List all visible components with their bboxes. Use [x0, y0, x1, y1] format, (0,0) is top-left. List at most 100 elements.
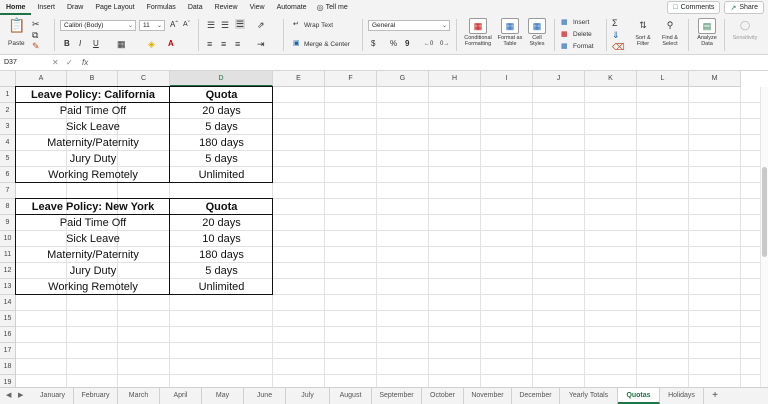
comma-button[interactable]: 9 [405, 39, 409, 49]
formula-input[interactable] [100, 57, 760, 69]
sensitivity-button[interactable]: ◯ Sensitivity [728, 18, 762, 41]
fill-icon[interactable]: ⇓ [612, 30, 620, 40]
sheet-tab-july[interactable]: July [286, 388, 330, 404]
menu-automate[interactable]: Automate [271, 0, 313, 15]
function-icon[interactable]: fx [82, 57, 88, 69]
analyze-data-button[interactable]: ▤ Analyze Data [694, 18, 720, 47]
row-header-2[interactable]: 2 [0, 103, 16, 119]
scrollbar-thumb[interactable] [762, 167, 767, 257]
row-header-6[interactable]: 6 [0, 167, 16, 183]
column-header-h[interactable]: H [429, 71, 481, 87]
previous-sheet-icon[interactable]: ◀ [6, 391, 11, 399]
leave-type-cell[interactable]: Sick Leave [16, 119, 170, 135]
quota-value-cell[interactable]: 5 days [170, 151, 273, 167]
cancel-icon[interactable]: ✕ [52, 57, 59, 69]
menu-page-layout[interactable]: Page Layout [89, 0, 140, 15]
delete-button[interactable]: Delete [573, 31, 592, 38]
conditional-formatting-button[interactable]: ▦ Conditional Formatting [462, 18, 494, 47]
format-button[interactable]: Format [573, 43, 594, 50]
row-header-13[interactable]: 13 [0, 279, 16, 295]
row-header-14[interactable]: 14 [0, 295, 16, 311]
font-name-select[interactable]: Calibri (Body) ⌄ [60, 20, 136, 31]
leave-type-cell[interactable]: Working Remotely [16, 279, 170, 295]
column-header-m[interactable]: M [689, 71, 741, 87]
sheet-tab-january[interactable]: January [32, 388, 74, 404]
bold-button[interactable]: B [64, 39, 70, 49]
leave-type-cell[interactable]: Sick Leave [16, 231, 170, 247]
align-middle-icon[interactable]: ☰ [221, 20, 229, 30]
comments-button[interactable]: □ Comments [667, 1, 721, 14]
sheet-tab-march[interactable]: March [118, 388, 160, 404]
row-header-18[interactable]: 18 [0, 359, 16, 375]
row-header-16[interactable]: 16 [0, 327, 16, 343]
paste-label[interactable]: Paste [8, 40, 25, 47]
fill-color-icon[interactable]: ◈ [148, 39, 155, 49]
quota-value-cell[interactable]: Unlimited [170, 167, 273, 183]
find-select-button[interactable]: ⚲ Find & Select [658, 18, 682, 47]
number-format-select[interactable]: General ⌄ [368, 20, 450, 31]
decrease-decimal-icon[interactable]: 0→ [440, 39, 449, 49]
column-header-c[interactable]: C [118, 71, 170, 87]
wrap-text-button[interactable]: Wrap Text [304, 22, 333, 29]
column-header-i[interactable]: I [481, 71, 533, 87]
next-sheet-icon[interactable]: ▶ [18, 391, 23, 399]
format-as-table-button[interactable]: ▦ Format as Table [495, 18, 525, 47]
menu-insert[interactable]: Insert [31, 0, 61, 15]
sheet-tab-february[interactable]: February [74, 388, 118, 404]
row-header-19[interactable]: 19 [0, 375, 16, 387]
merge-center-button[interactable]: Merge & Center [304, 41, 350, 48]
percent-button[interactable]: % [390, 39, 397, 49]
sheet-tab-yearly-totals[interactable]: Yearly Totals [560, 388, 618, 404]
font-size-select[interactable]: 11 ⌄ [139, 20, 165, 31]
format-cells-icon[interactable]: ▦ [561, 42, 568, 52]
align-left-icon[interactable]: ≡ [207, 39, 212, 49]
quota-value-cell[interactable]: Unlimited [170, 279, 273, 295]
sheet-tab-september[interactable]: September [372, 388, 422, 404]
quota-value-cell[interactable]: 20 days [170, 103, 273, 119]
leave-type-cell[interactable]: Jury Duty [16, 151, 170, 167]
leave-type-cell[interactable]: Maternity/Paternity [16, 135, 170, 151]
quota-value-cell[interactable]: 5 days [170, 119, 273, 135]
column-header-j[interactable]: J [533, 71, 585, 87]
spreadsheet-grid[interactable]: ABCDEFGHIJKLM 1 2 3 4 5 6 7 8 9 10 11 12 13 14 15 16 17 1… [0, 71, 768, 387]
row-header-17[interactable]: 17 [0, 343, 16, 359]
indent-icon[interactable]: ⇥ [257, 39, 265, 49]
column-header-d[interactable]: D [170, 71, 273, 87]
sheet-tab-quotas[interactable]: Quotas [618, 388, 660, 404]
orientation-icon[interactable]: ⇗ [257, 20, 265, 30]
name-box[interactable]: D37 [2, 57, 42, 69]
sheet-tab-november[interactable]: November [464, 388, 512, 404]
share-button[interactable]: ↗ Share [724, 1, 764, 14]
tell-me[interactable]: Tell me [324, 0, 354, 15]
table-header-quota[interactable]: Quota [170, 87, 273, 103]
borders-icon[interactable]: ▦ [117, 39, 126, 49]
column-header-k[interactable]: K [585, 71, 637, 87]
row-header-15[interactable]: 15 [0, 311, 16, 327]
column-header-a[interactable]: A [16, 71, 67, 87]
table-header-label[interactable]: Leave Policy: California [16, 87, 170, 103]
row-header-5[interactable]: 5 [0, 151, 16, 167]
delete-cells-icon[interactable]: ▦ [561, 30, 568, 40]
vertical-scrollbar[interactable] [760, 87, 768, 387]
menu-view[interactable]: View [244, 0, 271, 15]
menu-formulas[interactable]: Formulas [141, 0, 182, 15]
add-sheet-icon[interactable]: + [706, 388, 724, 404]
align-right-icon[interactable]: ≡ [235, 39, 240, 49]
leave-type-cell[interactable]: Jury Duty [16, 263, 170, 279]
menu-data[interactable]: Data [182, 0, 209, 15]
row-header-4[interactable]: 4 [0, 135, 16, 151]
increase-decimal-icon[interactable]: ←0 [424, 39, 433, 49]
column-header-g[interactable]: G [377, 71, 429, 87]
sheet-tab-june[interactable]: June [244, 388, 286, 404]
table-header-quota[interactable]: Quota [170, 199, 273, 215]
clear-icon[interactable]: ⌫ [612, 42, 625, 52]
menu-home[interactable]: Home [0, 0, 32, 15]
leave-type-cell[interactable]: Paid Time Off [16, 215, 170, 231]
column-header-e[interactable]: E [273, 71, 325, 87]
increase-font-icon[interactable]: Aˆ [170, 20, 178, 30]
quota-value-cell[interactable]: 5 days [170, 263, 273, 279]
insert-cells-icon[interactable]: ▦ [561, 18, 568, 28]
column-header-b[interactable]: B [67, 71, 118, 87]
merge-icon[interactable]: ▣ [293, 39, 300, 49]
row-header-9[interactable]: 9 [0, 215, 16, 231]
